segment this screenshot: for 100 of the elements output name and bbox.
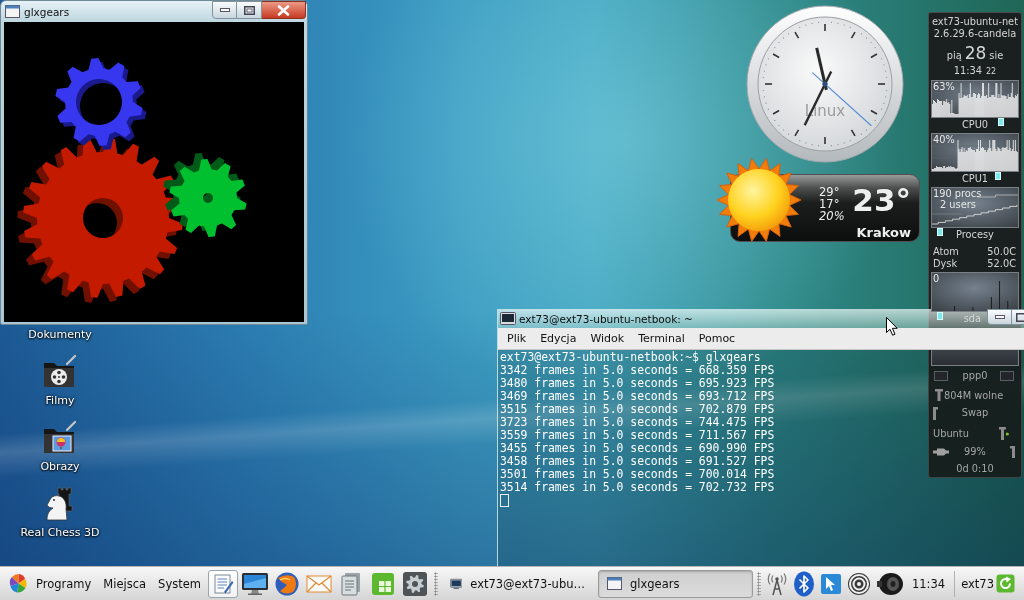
envelope-icon	[305, 573, 332, 594]
window-icon	[606, 577, 622, 590]
process-count: 190 procs	[932, 188, 982, 199]
maximize-icon	[1016, 312, 1024, 322]
monitor-icon	[240, 571, 269, 596]
cpu-usage-text: 40%	[932, 134, 955, 145]
maximize-button[interactable]	[1012, 309, 1024, 325]
temperature-value: 52.0C	[987, 258, 1016, 270]
month-text: sie	[989, 49, 1004, 63]
terminal-line: 3559 frames in 5.0 seconds = 711.567 FPS	[500, 429, 775, 442]
menu-item[interactable]: Terminal	[631, 330, 692, 347]
network-indicator-icon	[934, 371, 948, 381]
minimize-button[interactable]	[987, 309, 1012, 325]
mouse-pointer-icon	[886, 317, 898, 336]
gauge-marker-icon	[935, 389, 943, 401]
temperature-label: Dysk	[933, 258, 958, 270]
menu-item[interactable]: Widok	[583, 330, 632, 347]
terminal-line: 3480 frames in 5.0 seconds = 695.923 FPS	[500, 377, 775, 390]
taskbar-button[interactable]: glxgears	[597, 569, 753, 598]
terminal-line: 3455 frames in 5.0 seconds = 690.990 FPS	[500, 442, 775, 455]
terminal-line: 3514 frames in 5.0 seconds = 702.732 FPS	[500, 481, 775, 494]
terminal-line: 3342 frames in 5.0 seconds = 668.359 FPS	[500, 364, 775, 377]
bluetooth-icon[interactable]	[792, 570, 815, 597]
gauge-marker-icon	[933, 406, 938, 420]
time-text: 11:34	[953, 65, 982, 77]
temperature-value: 50.0C	[987, 246, 1016, 258]
taskbar-button[interactable]: ext73@ext73-ubu…	[440, 569, 594, 598]
cpu-label: CPU1	[961, 172, 989, 186]
uptime-text: 0d 0:10	[955, 462, 995, 476]
user-menu[interactable]: ext73	[960, 570, 1015, 597]
gear-icon	[401, 570, 428, 597]
terminal-line: ext73@ext73-ubuntu-netbook:~$ glxgears	[500, 351, 761, 364]
battery-charge: 99%	[964, 445, 986, 459]
desktop-shortcut[interactable]: Dokumenty	[28, 328, 92, 341]
terminal-line: 3469 frames in 5.0 seconds = 693.712 FPS	[500, 390, 775, 403]
disk-label: sda	[963, 312, 981, 326]
minimize-icon	[219, 8, 230, 12]
panel-menu[interactable]: System	[154, 569, 205, 598]
menu-item[interactable]: Edycja	[533, 330, 584, 347]
panel-clock[interactable]: 11:34	[907, 570, 950, 597]
gauge-marker-icon	[1010, 446, 1015, 458]
distro-label: Ubuntu	[933, 427, 969, 439]
panel-menu[interactable]: Miejsca	[99, 569, 151, 598]
minimize-icon	[994, 315, 1005, 319]
seconds-text: 22	[986, 66, 997, 78]
minimize-button[interactable]	[212, 1, 237, 19]
weekday-text: pią	[946, 49, 962, 63]
window-title: ext73@ext73-ubuntu-netbook: ~	[519, 312, 693, 325]
terminal-line: 3501 frames in 5.0 seconds = 700.014 FPS	[500, 468, 775, 481]
temperature-label: Atom	[933, 246, 959, 258]
terminal-line: 3723 frames in 5.0 seconds = 744.475 FPS	[500, 416, 775, 429]
cpu-label: CPU0	[961, 118, 989, 132]
precipitation-percent: 20%	[819, 210, 845, 222]
pointer-tile-icon[interactable]	[819, 572, 842, 595]
indicator-icon	[995, 172, 1002, 180]
hour-hand	[815, 47, 828, 91]
memory-free-text: 804M wolne	[944, 389, 1004, 401]
power-plug-icon	[933, 448, 949, 456]
film-folder-icon	[42, 354, 78, 390]
document-stack-icon	[339, 571, 362, 596]
menu-item[interactable]: Pomoc	[691, 330, 743, 347]
low-temperature: 17°	[819, 198, 841, 210]
close-button[interactable]	[262, 1, 306, 19]
panel-menu[interactable]: Programy	[4, 569, 96, 598]
text-cursor	[500, 494, 509, 507]
graph-scale-label: 0	[932, 273, 940, 284]
hostname-text: ext73-ubuntu-net	[931, 16, 1019, 28]
desktop-shortcut[interactable]: Obrazy	[40, 420, 80, 473]
pinwheel-icon	[8, 573, 29, 594]
gauge-marker-icon	[999, 426, 1009, 440]
section-label: Procesy	[956, 228, 994, 242]
maximize-icon	[243, 5, 255, 15]
menu-item[interactable]: Plik	[500, 330, 534, 347]
indicator-icon	[937, 312, 943, 320]
picture-folder-icon	[42, 420, 78, 456]
kernel-version: 2.6.29.6-candela	[932, 28, 1018, 40]
notepad-icon	[211, 572, 234, 595]
window-title: glxgears	[24, 5, 70, 18]
terminal-line: 3515 frames in 5.0 seconds = 702.879 FPS	[500, 403, 775, 416]
swap-label: Swap	[961, 406, 989, 420]
network-label: ppp0	[962, 369, 988, 383]
close-icon	[277, 4, 290, 16]
terminal-icon	[449, 576, 463, 591]
network-indicator-icon	[1000, 371, 1014, 381]
speaker-icon[interactable]	[875, 571, 904, 596]
desktop-shortcut[interactable]: Filmy	[42, 354, 78, 407]
desktop-shortcut[interactable]: Real Chess 3D	[20, 486, 100, 539]
antenna-icon[interactable]	[765, 571, 788, 596]
indicator-icon	[937, 228, 943, 236]
current-temperature: 23°	[852, 184, 911, 216]
indicator-icon	[998, 118, 1005, 126]
window-icon	[5, 5, 20, 18]
terminal-icon	[500, 312, 516, 325]
high-temperature: 29°	[819, 186, 841, 198]
cpu-usage-text: 63%	[932, 81, 955, 92]
user-count: 2 users	[939, 199, 976, 210]
globe-icon	[273, 570, 300, 597]
maximize-button[interactable]	[237, 1, 262, 19]
terminal-line: 3458 frames in 5.0 seconds = 691.527 FPS	[500, 455, 775, 468]
rings-icon[interactable]	[846, 571, 871, 596]
